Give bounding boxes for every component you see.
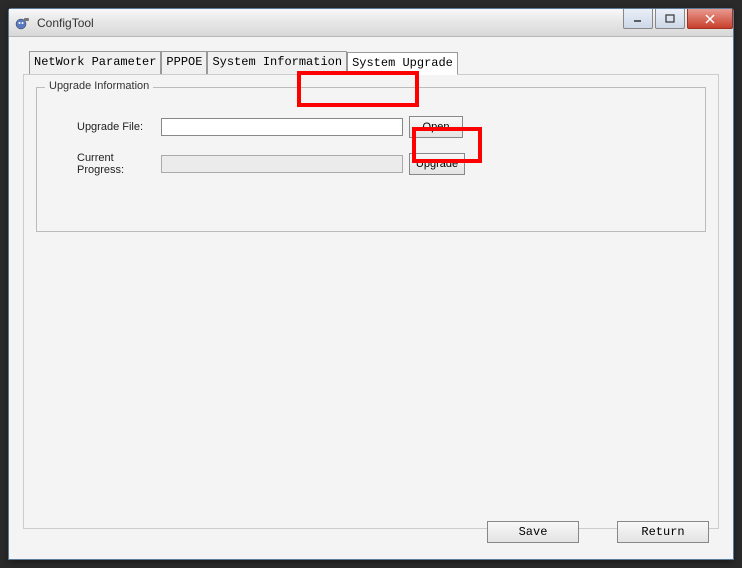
titlebar[interactable]: ConfigTool	[9, 9, 733, 37]
open-button[interactable]: Open	[409, 116, 463, 138]
upgrade-info-groupbox: Upgrade Information Upgrade File: Open C…	[36, 87, 706, 232]
tab-bar: NetWork Parameter PPPOE System Informati…	[29, 51, 719, 74]
tab-panel: Upgrade Information Upgrade File: Open C…	[23, 74, 719, 529]
bottom-buttons: Save Return	[487, 521, 709, 543]
tab-system-information[interactable]: System Information	[207, 51, 347, 74]
save-button[interactable]: Save	[487, 521, 579, 543]
maximize-button[interactable]	[655, 9, 685, 29]
minimize-button[interactable]	[623, 9, 653, 29]
tab-pppoe[interactable]: PPPOE	[161, 51, 207, 74]
tab-network-parameter[interactable]: NetWork Parameter	[29, 51, 161, 74]
groupbox-legend: Upgrade Information	[45, 80, 153, 92]
config-tool-window: ConfigTool NetWork Parameter PPPOE Syste…	[8, 8, 734, 560]
content-area: NetWork Parameter PPPOE System Informati…	[9, 37, 733, 559]
window-controls	[621, 9, 733, 29]
upgrade-file-row: Upgrade File: Open	[55, 116, 687, 138]
close-button[interactable]	[687, 9, 733, 29]
progress-row: Current Progress: Upgrade	[55, 152, 687, 176]
progress-label: Current Progress:	[55, 152, 161, 176]
app-icon	[15, 15, 31, 31]
upgrade-file-input[interactable]	[161, 118, 403, 136]
progress-bar	[161, 155, 403, 173]
upgrade-file-label: Upgrade File:	[55, 121, 161, 133]
return-button[interactable]: Return	[617, 521, 709, 543]
tab-system-upgrade[interactable]: System Upgrade	[347, 52, 458, 75]
window-title: ConfigTool	[37, 16, 94, 30]
upgrade-button[interactable]: Upgrade	[409, 153, 465, 175]
